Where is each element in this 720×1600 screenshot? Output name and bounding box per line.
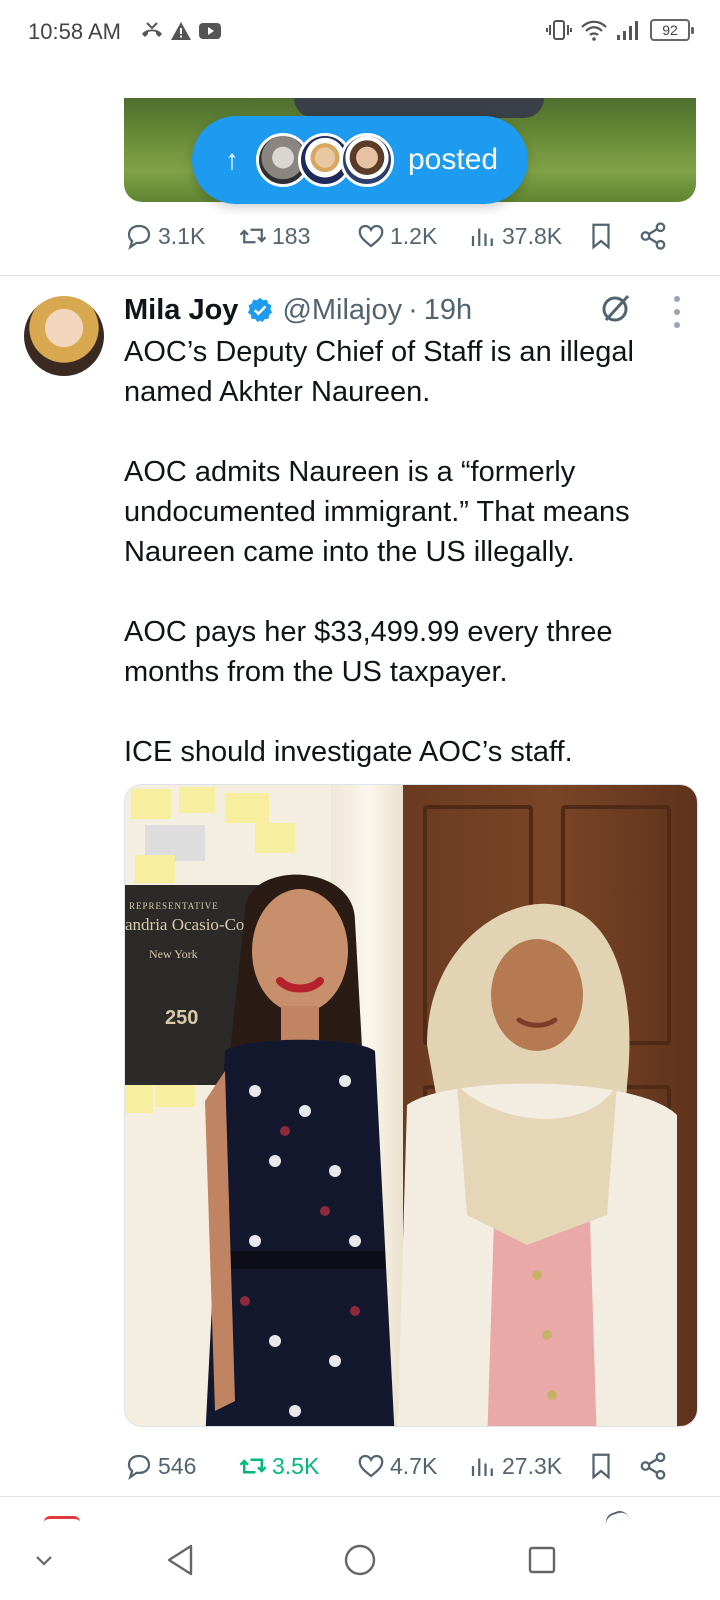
reply-button[interactable]: 3.1K (124, 216, 205, 256)
author-avatar[interactable] (24, 296, 104, 376)
repost-icon (239, 228, 267, 244)
missed-call-icon (142, 22, 162, 37)
like-button[interactable]: 4.7K (356, 1446, 437, 1486)
status-time: 10:58 AM (28, 19, 121, 44)
heart-icon (358, 224, 384, 248)
recents-button[interactable] (520, 1538, 564, 1582)
wifi-icon (581, 20, 607, 41)
views-button[interactable]: 27.3K (468, 1446, 562, 1486)
home-circle-icon (344, 1544, 376, 1576)
person-right (397, 903, 677, 1426)
collapse-nav-button[interactable] (22, 1538, 66, 1582)
signal-icon (617, 21, 638, 40)
reply-button[interactable]: 546 (124, 1446, 196, 1486)
repost-button[interactable]: 183 (238, 216, 310, 256)
repost-count: 3.5K (272, 1452, 320, 1479)
status-bar: 10:58 AM 92 (0, 0, 720, 66)
more-options-icon[interactable] (672, 296, 682, 328)
status-notification-icons (140, 20, 222, 42)
header-separator: · (408, 293, 418, 326)
share-button[interactable] (638, 1446, 668, 1486)
recents-square-icon (528, 1546, 556, 1574)
tweet-photo[interactable]: REPRESENTATIVE andria Ocasio-Corte New Y… (124, 784, 698, 1427)
tweet-paragraph: AOC’s Deputy Chief of Staff is an illega… (124, 336, 634, 408)
tweet-paragraph: AOC pays her $33,499.99 every three mont… (124, 616, 613, 688)
avatar (340, 133, 394, 187)
repost-button[interactable]: 3.5K (238, 1446, 319, 1486)
like-count: 1.2K (390, 222, 438, 249)
tweet-paragraph: AOC admits Naureen is a “formerly undocu… (124, 456, 630, 568)
bookmark-icon (592, 1453, 610, 1480)
repost-icon (239, 1458, 267, 1474)
heart-icon (358, 1454, 384, 1478)
views-icon (471, 228, 493, 246)
home-button[interactable] (338, 1538, 382, 1582)
reply-count: 3.1K (158, 222, 206, 249)
arrow-up-icon: ↑ (225, 144, 239, 175)
share-icon (640, 1452, 666, 1480)
like-count: 4.7K (390, 1452, 438, 1479)
previous-media-subject (294, 98, 544, 118)
youtube-icon (199, 23, 221, 39)
tweet-text: AOC’s Deputy Chief of Staff is an illega… (124, 332, 700, 772)
reply-count: 546 (158, 1452, 197, 1479)
repost-count: 183 (272, 222, 311, 249)
verified-badge-icon (248, 297, 273, 323)
tweet-divider (0, 275, 720, 276)
views-button[interactable]: 37.8K (468, 216, 562, 256)
tweet-paragraph: ICE should investigate AOC’s staff. (124, 736, 573, 768)
warning-icon (171, 22, 191, 40)
back-button[interactable] (158, 1538, 202, 1582)
author-name[interactable]: Mila Joy (124, 294, 238, 327)
posted-label: posted (408, 143, 499, 176)
person-left (205, 874, 395, 1426)
posted-avatars (256, 133, 394, 187)
previous-tweet-actions: 3.1K 183 1.2K 37.8K (124, 216, 696, 256)
views-count: 37.8K (502, 222, 563, 249)
tweet-header: Mila Joy @Milajoy · 19h (124, 292, 472, 328)
battery-icon: 92 (650, 19, 694, 41)
reply-icon (127, 224, 151, 251)
author-handle: @Milajoy (282, 293, 403, 326)
tweet-time: 19h (423, 293, 473, 326)
views-icon (471, 1458, 493, 1476)
bookmark-icon (592, 223, 610, 250)
vibrate-icon (546, 20, 572, 40)
back-triangle-icon (167, 1544, 193, 1576)
chevron-down-icon (36, 1556, 52, 1566)
next-tweet-avatar-edge (44, 1516, 80, 1522)
share-icon (640, 222, 666, 250)
tweet-actions: 546 3.5K 4.7K 27.3K (124, 1446, 696, 1486)
tweet-divider (0, 1496, 720, 1497)
status-system-icons: 92 (546, 18, 694, 42)
bookmark-button[interactable] (586, 1446, 616, 1486)
views-count: 27.3K (502, 1452, 563, 1479)
like-button[interactable]: 1.2K (356, 216, 437, 256)
grok-icon[interactable] (598, 290, 634, 326)
reply-icon (127, 1454, 151, 1481)
new-posts-pill[interactable]: ↑ posted (192, 116, 528, 204)
share-button[interactable] (638, 216, 668, 256)
system-navigation-bar (0, 1524, 720, 1600)
bookmark-button[interactable] (586, 216, 616, 256)
